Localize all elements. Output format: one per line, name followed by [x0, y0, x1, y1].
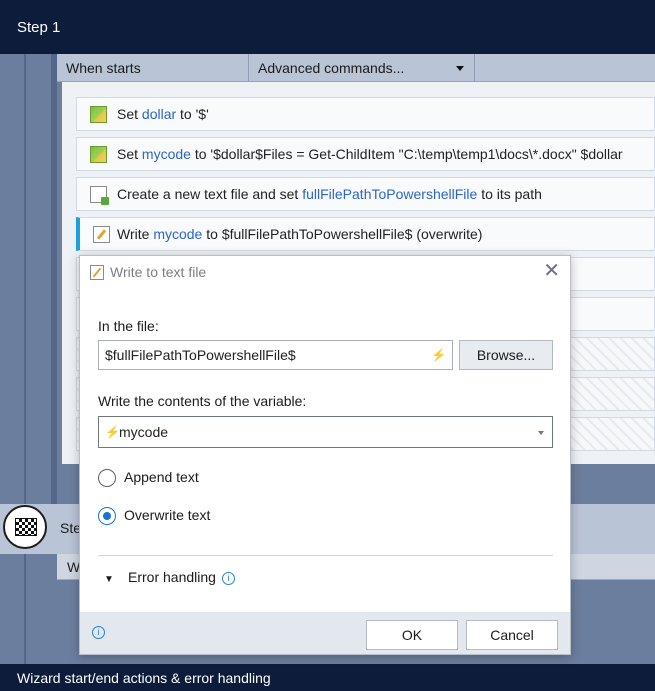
checkered-flag-icon [15, 518, 37, 536]
in-the-file-label: In the file: [98, 318, 159, 334]
action-mid: to [194, 146, 207, 162]
error-handling-label: Error handling [128, 569, 216, 585]
overwrite-text-radio[interactable]: Overwrite text [98, 505, 298, 527]
error-handling-toggle[interactable]: ▼ Error handling i [104, 569, 235, 585]
chevron-down-icon [538, 431, 544, 435]
action-mid: to its path [481, 186, 542, 202]
action-row-set-dollar[interactable]: Set dollar to '$' [76, 97, 655, 131]
contents-label: Write the contents of the variable: [98, 393, 307, 409]
set-variable-icon [90, 106, 107, 123]
action-verb: Write [117, 226, 150, 242]
advanced-commands-dropdown[interactable]: Advanced commands... [249, 54, 475, 82]
action-variable: fullFilePathToPowershellFile [302, 186, 478, 202]
frame-line [51, 54, 57, 504]
new-file-icon [90, 186, 109, 205]
frame-line [24, 54, 26, 664]
write-file-icon [90, 265, 104, 280]
action-mid: to [180, 106, 192, 122]
action-row-set-mycode[interactable]: Set mycode to '$dollar$Files = Get-Child… [76, 137, 655, 171]
when-starts-tab[interactable]: When starts [57, 54, 249, 82]
chevron-down-icon: ▼ [104, 574, 114, 585]
chevron-down-icon [456, 66, 464, 71]
radio-circle[interactable] [98, 469, 116, 487]
action-variable: mycode [153, 226, 203, 242]
advanced-commands-label: Advanced commands... [258, 60, 405, 76]
info-icon[interactable]: i [92, 626, 105, 639]
action-variable: dollar [141, 106, 177, 122]
close-icon[interactable]: ✕ [543, 261, 560, 281]
ok-button[interactable]: OK [366, 620, 458, 650]
action-verb: Set [117, 146, 139, 162]
action-row-write-file[interactable]: Write mycode to $fullFilePathToPowershel… [76, 217, 655, 251]
step-header: Step 1 [0, 0, 655, 54]
set-variable-icon [90, 146, 107, 163]
dialog-footer: i OK Cancel [80, 612, 570, 654]
cancel-button[interactable]: Cancel [466, 620, 558, 650]
variable-bolt-icon: ⚡ [105, 425, 120, 439]
write-to-text-file-dialog: Write to text file ✕ In the file: $fullF… [79, 255, 571, 655]
action-rest: '$' [195, 106, 209, 122]
action-variable: mycode [141, 146, 191, 162]
append-text-radio[interactable]: Append text [98, 467, 298, 489]
finish-flag-icon[interactable] [3, 505, 47, 549]
wizard-footer-bar[interactable]: Wizard start/end actions & error handlin… [0, 664, 655, 691]
variable-select-value: mycode [119, 424, 169, 440]
dialog-title: Write to text file [110, 264, 207, 280]
file-path-value: $fullFilePathToPowershellFile$ [105, 347, 296, 363]
browse-button[interactable]: Browse... [459, 340, 553, 370]
action-row-create-file[interactable]: Create a new text file and set fullFileP… [76, 177, 655, 211]
divider [98, 555, 553, 556]
action-rest: $fullFilePathToPowershellFile$ (overwrit… [221, 226, 483, 242]
info-icon[interactable]: i [221, 571, 235, 585]
variable-select[interactable]: ⚡ mycode [98, 416, 553, 448]
file-path-input[interactable]: $fullFilePathToPowershellFile$ ⚡ [98, 340, 453, 370]
write-file-icon [93, 226, 110, 243]
step-title: Step 1 [17, 19, 61, 36]
wizard-footer-label: Wizard start/end actions & error handlin… [17, 670, 271, 686]
step-command-row: When starts Advanced commands... [57, 54, 655, 82]
step-2-title: Ste [60, 520, 82, 536]
action-verb: Create a new text file and set [117, 186, 299, 202]
radio-circle[interactable] [98, 507, 116, 525]
action-verb: Set [117, 106, 139, 122]
action-rest: '$dollar$Files = Get-ChildItem "C:\temp\… [210, 146, 623, 162]
append-text-label: Append text [124, 469, 199, 485]
overwrite-text-label: Overwrite text [124, 507, 211, 523]
action-mid: to [206, 226, 218, 242]
step-row-empty-cell [475, 54, 655, 82]
variable-bolt-icon[interactable]: ⚡ [431, 341, 446, 369]
